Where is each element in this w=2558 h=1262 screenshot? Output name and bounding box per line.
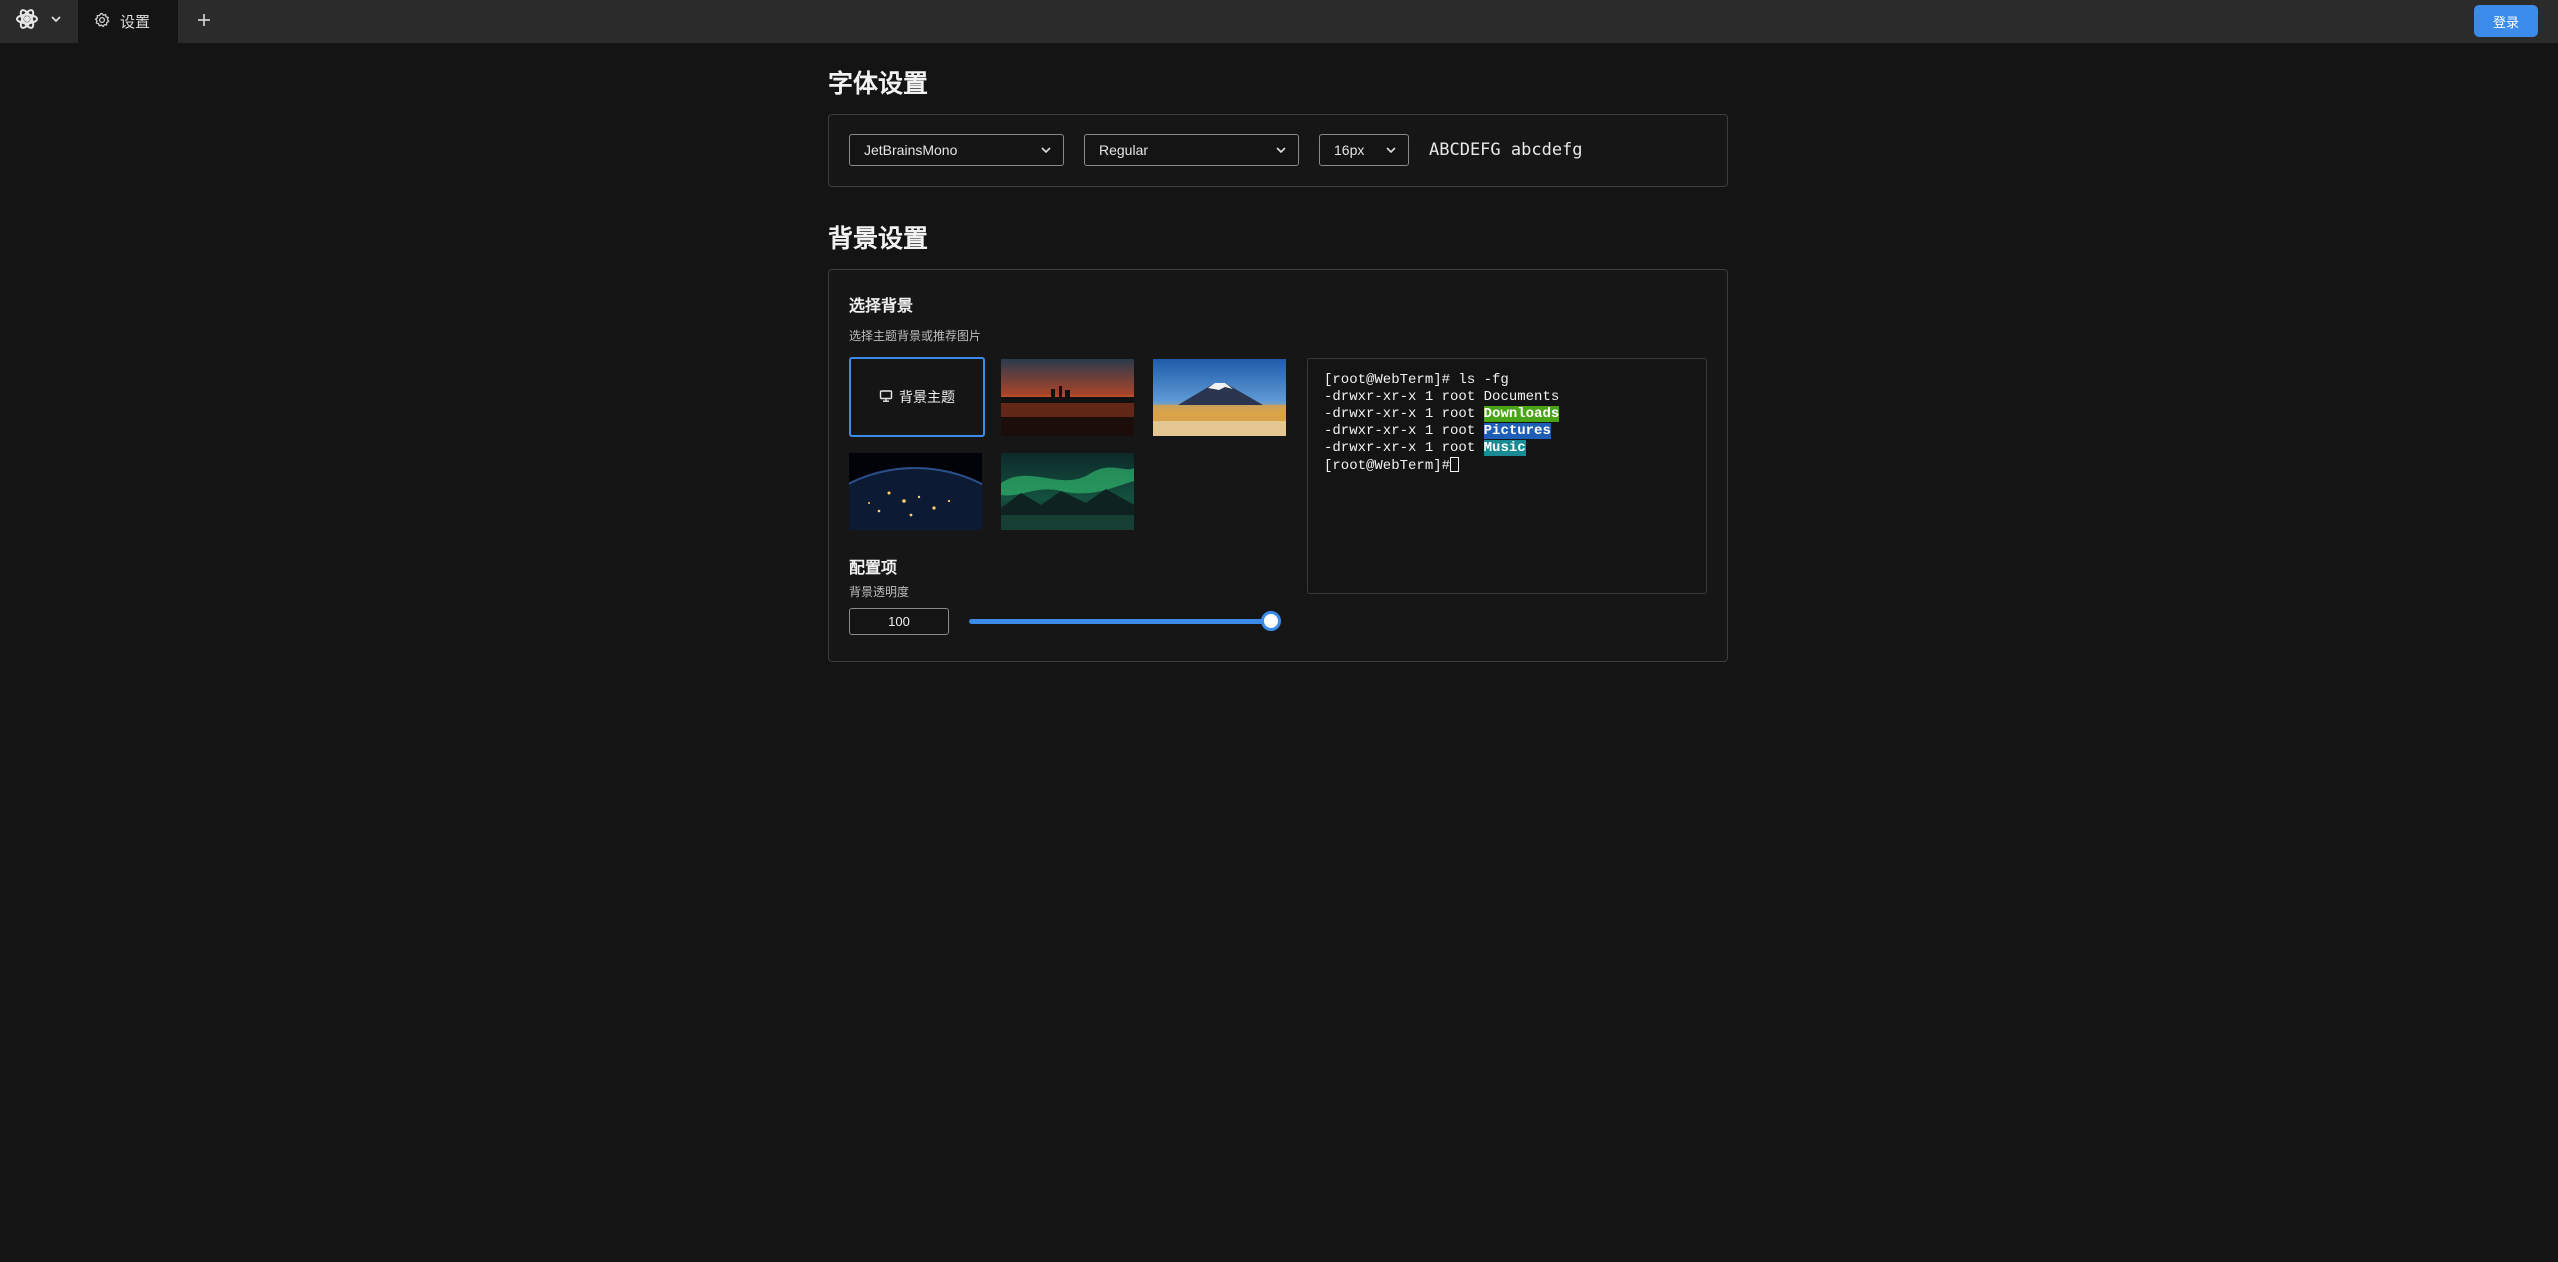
font-family-value: JetBrainsMono <box>864 142 958 158</box>
chevron-down-icon <box>49 12 63 31</box>
terminal-dir-downloads: Downloads <box>1483 406 1560 422</box>
chevron-down-icon <box>1384 143 1398 157</box>
chevron-down-icon <box>1274 143 1288 157</box>
tab-settings[interactable]: 设置 <box>78 0 178 43</box>
settings-icon <box>94 12 110 32</box>
add-tab-button[interactable] <box>190 8 218 36</box>
background-thumbnail-sunset[interactable] <box>1001 359 1134 436</box>
top-bar: 设置 登录 <box>0 0 2558 43</box>
font-size-select[interactable]: 16px <box>1319 134 1409 166</box>
font-size-value: 16px <box>1334 142 1365 158</box>
terminal-preview: [root@WebTerm]# ls -fg -drwxr-xr-x 1 roo… <box>1307 358 1707 594</box>
font-preview-text: ABCDEFG abcdefg <box>1429 140 1583 160</box>
terminal-line: -drwxr-xr-x 1 root Documents <box>1324 389 1560 405</box>
terminal-line: -drwxr-xr-x 1 root Music <box>1324 440 1526 456</box>
terminal-dir-music: Music <box>1483 440 1526 456</box>
config-heading: 配置项 <box>849 560 898 577</box>
font-family-select[interactable]: JetBrainsMono <box>849 134 1064 166</box>
opacity-label: 背景透明度 <box>849 585 910 599</box>
tab-settings-label: 设置 <box>120 14 151 31</box>
terminal-line: [root@WebTerm]# <box>1324 457 1690 474</box>
terminal-line: -drwxr-xr-x 1 root Pictures <box>1324 423 1551 439</box>
background-theme-label: 背景主题 <box>899 389 955 405</box>
app-logo-icon <box>15 7 39 36</box>
font-weight-value: Regular <box>1099 142 1149 158</box>
choose-background-description: 选择主题背景或推荐图片 <box>849 329 982 343</box>
terminal-cursor <box>1450 457 1460 472</box>
terminal-line: -drwxr-xr-x 1 root Downloads <box>1324 406 1560 422</box>
opacity-slider-thumb[interactable] <box>1261 611 1281 631</box>
terminal-line: [root@WebTerm]# ls -fg <box>1324 372 1509 388</box>
background-thumbnail-mountain[interactable] <box>1153 359 1286 436</box>
terminal-dir-pictures: Pictures <box>1483 423 1551 439</box>
background-theme-option[interactable]: 背景主题 <box>849 357 985 437</box>
background-settings-title: 背景设置 <box>828 225 929 253</box>
choose-background-heading: 选择背景 <box>849 298 914 315</box>
plus-icon <box>196 12 212 33</box>
background-thumbnail-aurora[interactable] <box>1001 453 1134 530</box>
font-settings-title: 字体设置 <box>828 70 929 98</box>
terminal-dir-documents: Documents <box>1483 389 1560 405</box>
chevron-down-icon <box>1039 143 1053 157</box>
background-thumbnail-earth[interactable] <box>849 453 982 530</box>
opacity-input[interactable] <box>849 608 949 635</box>
opacity-slider-track[interactable] <box>969 619 1273 624</box>
login-button[interactable]: 登录 <box>2474 5 2538 37</box>
font-weight-select[interactable]: Regular <box>1084 134 1299 166</box>
app-menu-button[interactable] <box>0 0 78 43</box>
monitor-icon <box>879 389 893 406</box>
